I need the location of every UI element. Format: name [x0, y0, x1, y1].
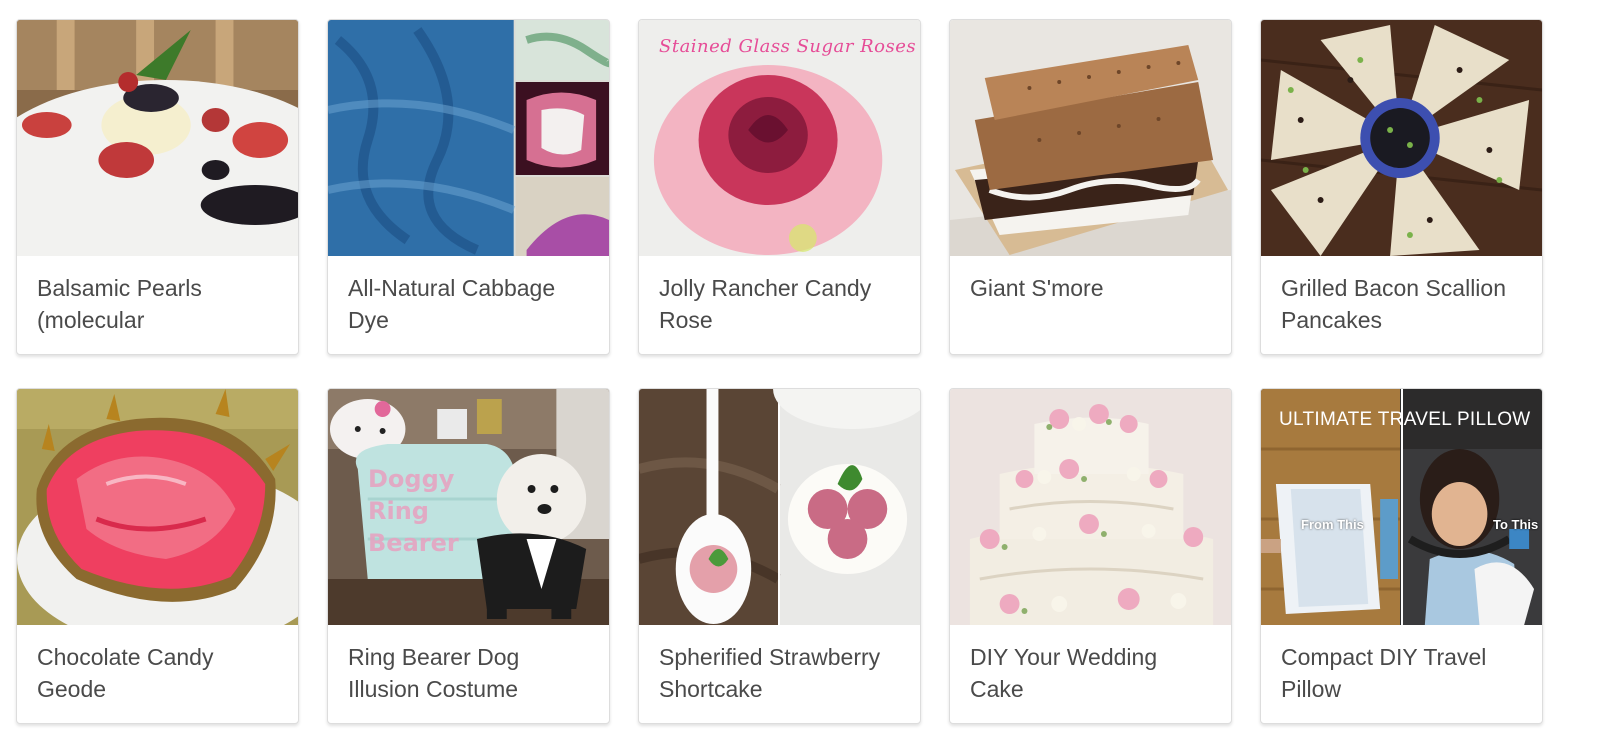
- project-thumbnail[interactable]: Doggy Ring Bearer: [328, 389, 609, 625]
- project-thumbnail[interactable]: [17, 20, 298, 256]
- project-card[interactable]: DIY Your Wedding Cake: [949, 388, 1232, 724]
- project-grid: Balsamic Pearls (molecular All-Natural C…: [16, 19, 1543, 724]
- project-card[interactable]: Chocolate Candy Geode: [16, 388, 299, 724]
- project-thumbnail[interactable]: Stained Glass Sugar Roses: [639, 20, 920, 256]
- project-card[interactable]: Doggy Ring Bearer Ring Bearer Dog Illusi…: [327, 388, 610, 724]
- project-title[interactable]: Chocolate Candy Geode: [37, 641, 284, 705]
- project-title[interactable]: DIY Your Wedding Cake: [970, 641, 1217, 705]
- project-title[interactable]: Spherified Strawberry Shortcake: [659, 641, 906, 705]
- project-card[interactable]: Spherified Strawberry Shortcake: [638, 388, 921, 724]
- project-thumbnail[interactable]: [328, 20, 609, 256]
- project-card[interactable]: Stained Glass Sugar Roses Jolly Rancher …: [638, 19, 921, 355]
- project-title[interactable]: Grilled Bacon Scallion Pancakes: [1281, 272, 1528, 336]
- project-thumbnail[interactable]: [950, 389, 1231, 625]
- project-card[interactable]: Giant S'more: [949, 19, 1232, 355]
- project-thumbnail[interactable]: [950, 20, 1231, 256]
- project-title[interactable]: Compact DIY Travel Pillow: [1281, 641, 1528, 705]
- project-title[interactable]: All-Natural Cabbage Dye: [348, 272, 595, 336]
- project-thumbnail[interactable]: [1261, 20, 1542, 256]
- project-card[interactable]: All-Natural Cabbage Dye: [327, 19, 610, 355]
- project-title[interactable]: Giant S'more: [970, 272, 1217, 304]
- project-card[interactable]: Grilled Bacon Scallion Pancakes: [1260, 19, 1543, 355]
- project-title[interactable]: Ring Bearer Dog Illusion Costume: [348, 641, 595, 705]
- project-title[interactable]: Balsamic Pearls (molecular: [37, 272, 284, 336]
- project-thumbnail[interactable]: ULTIMATE TRAVEL PILLOW From This To This: [1261, 389, 1542, 625]
- project-card[interactable]: Balsamic Pearls (molecular: [16, 19, 299, 355]
- project-thumbnail[interactable]: [17, 389, 298, 625]
- project-title[interactable]: Jolly Rancher Candy Rose: [659, 272, 906, 336]
- project-card[interactable]: ULTIMATE TRAVEL PILLOW From This To This…: [1260, 388, 1543, 724]
- project-thumbnail[interactable]: [639, 389, 920, 625]
